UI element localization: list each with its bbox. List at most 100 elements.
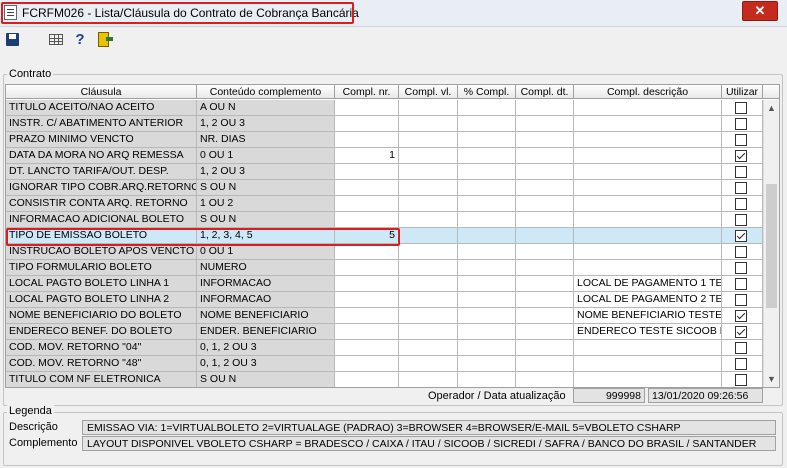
- cell-clausula[interactable]: INFORMACAO ADICIONAL BOLETO: [6, 212, 197, 228]
- cell-descricao[interactable]: [574, 196, 722, 212]
- cell-conteudo[interactable]: S OU N: [197, 372, 335, 387]
- cell-vl[interactable]: [399, 196, 458, 212]
- cell-nr[interactable]: [335, 116, 399, 132]
- cell-dt[interactable]: [516, 116, 574, 132]
- cell-descricao[interactable]: [574, 164, 722, 180]
- cell-nr[interactable]: [335, 324, 399, 340]
- utilizar-checkbox[interactable]: [735, 182, 747, 194]
- cell-clausula[interactable]: IGNORAR TIPO COBR.ARQ.RETORNO: [6, 180, 197, 196]
- cell-dt[interactable]: [516, 308, 574, 324]
- cell-clausula[interactable]: NOME BENEFICIARIO DO BOLETO: [6, 308, 197, 324]
- cell-pct[interactable]: [458, 308, 516, 324]
- utilizar-checkbox[interactable]: [735, 150, 747, 162]
- table-row[interactable]: COD. MOV. RETORNO "48" 0, 1, 2 OU 3: [6, 356, 763, 372]
- cell-pct[interactable]: [458, 228, 516, 244]
- utilizar-checkbox[interactable]: [735, 374, 747, 386]
- cell-conteudo[interactable]: 1, 2 OU 3: [197, 116, 335, 132]
- col-utilizar[interactable]: Utilizar: [722, 85, 763, 99]
- cell-nr[interactable]: [335, 372, 399, 387]
- table-row[interactable]: TITULO ACEITO/NAO ACEITO A OU N: [6, 100, 763, 116]
- utilizar-checkbox[interactable]: [735, 102, 747, 114]
- cell-descricao[interactable]: ENDERECO TESTE SICOOB PA: [574, 324, 722, 340]
- grid-icon[interactable]: [48, 31, 66, 49]
- cell-conteudo[interactable]: ENDER. BENEFICIARIO: [197, 324, 335, 340]
- cell-conteudo[interactable]: 0, 1, 2 OU 3: [197, 356, 335, 372]
- cell-conteudo[interactable]: 0 OU 1: [197, 244, 335, 260]
- table-row[interactable]: INSTR. C/ ABATIMENTO ANTERIOR 1, 2 OU 3: [6, 116, 763, 132]
- cell-descricao[interactable]: [574, 116, 722, 132]
- cell-vl[interactable]: [399, 116, 458, 132]
- cell-pct[interactable]: [458, 324, 516, 340]
- cell-conteudo[interactable]: 0, 1, 2 OU 3: [197, 340, 335, 356]
- table-row[interactable]: LOCAL PAGTO BOLETO LINHA 1 INFORMACAO LOCA…: [6, 276, 763, 292]
- cell-pct[interactable]: [458, 356, 516, 372]
- table-row[interactable]: DT. LANCTO TARIFA/OUT. DESP. 1, 2 OU 3: [6, 164, 763, 180]
- utilizar-checkbox[interactable]: [735, 262, 747, 274]
- cell-descricao[interactable]: NOME BENEFICIARIO TESTE S: [574, 308, 722, 324]
- cell-pct[interactable]: [458, 212, 516, 228]
- cell-pct[interactable]: [458, 100, 516, 116]
- cell-vl[interactable]: [399, 100, 458, 116]
- cell-dt[interactable]: [516, 228, 574, 244]
- cell-nr[interactable]: [335, 340, 399, 356]
- col-compl-nr[interactable]: Compl. nr.: [335, 85, 399, 99]
- table-row[interactable]: IGNORAR TIPO COBR.ARQ.RETORNO S OU N: [6, 180, 763, 196]
- cell-vl[interactable]: [399, 164, 458, 180]
- cell-pct[interactable]: [458, 292, 516, 308]
- cell-clausula[interactable]: LOCAL PAGTO BOLETO LINHA 1: [6, 276, 197, 292]
- cell-conteudo[interactable]: NR. DIAS: [197, 132, 335, 148]
- cell-nr[interactable]: [335, 100, 399, 116]
- cell-nr[interactable]: [335, 260, 399, 276]
- cell-vl[interactable]: [399, 148, 458, 164]
- table-row[interactable]: LOCAL PAGTO BOLETO LINHA 2 INFORMACAO LOCA…: [6, 292, 763, 308]
- cell-pct[interactable]: [458, 260, 516, 276]
- utilizar-checkbox[interactable]: [735, 342, 747, 354]
- cell-pct[interactable]: [458, 196, 516, 212]
- cell-clausula[interactable]: COD. MOV. RETORNO "04": [6, 340, 197, 356]
- cell-vl[interactable]: [399, 260, 458, 276]
- cell-dt[interactable]: [516, 292, 574, 308]
- help-icon[interactable]: ?: [71, 31, 89, 49]
- cell-pct[interactable]: [458, 164, 516, 180]
- cell-dt[interactable]: [516, 324, 574, 340]
- cell-descricao[interactable]: [574, 372, 722, 387]
- cell-vl[interactable]: [399, 276, 458, 292]
- table-row[interactable]: NOME BENEFICIARIO DO BOLETO NOME BENEFICI…: [6, 308, 763, 324]
- utilizar-checkbox[interactable]: [735, 326, 747, 338]
- cell-nr[interactable]: [335, 308, 399, 324]
- utilizar-checkbox[interactable]: [735, 246, 747, 258]
- cell-nr[interactable]: [335, 276, 399, 292]
- cell-clausula[interactable]: TITULO COM NF ELETRONICA: [6, 372, 197, 387]
- cell-dt[interactable]: [516, 180, 574, 196]
- cell-descricao[interactable]: [574, 148, 722, 164]
- cell-descricao[interactable]: [574, 180, 722, 196]
- cell-conteudo[interactable]: 1, 2 OU 3: [197, 164, 335, 180]
- cell-conteudo[interactable]: INFORMACAO: [197, 292, 335, 308]
- table-row[interactable]: INSTRUCAO BOLETO APOS VENCTO 0 OU 1: [6, 244, 763, 260]
- scroll-thumb[interactable]: [766, 184, 777, 308]
- table-row[interactable]: INFORMACAO ADICIONAL BOLETO S OU N: [6, 212, 763, 228]
- utilizar-checkbox[interactable]: [735, 198, 747, 210]
- col-conteudo[interactable]: Conteúdo complemento: [197, 85, 335, 99]
- cell-dt[interactable]: [516, 356, 574, 372]
- table-row[interactable]: CONSISTIR CONTA ARQ. RETORNO 1 OU 2: [6, 196, 763, 212]
- cell-descricao[interactable]: [574, 212, 722, 228]
- table-row[interactable]: TIPO FORMULARIO BOLETO NUMERO: [6, 260, 763, 276]
- cell-clausula[interactable]: DT. LANCTO TARIFA/OUT. DESP.: [6, 164, 197, 180]
- cell-nr[interactable]: [335, 292, 399, 308]
- table-row[interactable]: PRAZO MINIMO VENCTO NR. DIAS: [6, 132, 763, 148]
- cell-descricao[interactable]: [574, 244, 722, 260]
- cell-descricao[interactable]: LOCAL DE PAGAMENTO 2 TE: [574, 292, 722, 308]
- cell-nr[interactable]: [335, 164, 399, 180]
- cell-vl[interactable]: [399, 356, 458, 372]
- cell-nr[interactable]: [335, 132, 399, 148]
- close-button[interactable]: ✕: [742, 1, 778, 21]
- utilizar-checkbox[interactable]: [735, 134, 747, 146]
- cell-clausula[interactable]: DATA DA MORA NO ARQ REMESSA: [6, 148, 197, 164]
- cell-clausula[interactable]: CONSISTIR CONTA ARQ. RETORNO: [6, 196, 197, 212]
- cell-pct[interactable]: [458, 244, 516, 260]
- cell-clausula[interactable]: INSTR. C/ ABATIMENTO ANTERIOR: [6, 116, 197, 132]
- cell-clausula[interactable]: TITULO ACEITO/NAO ACEITO: [6, 100, 197, 116]
- cell-nr[interactable]: [335, 196, 399, 212]
- utilizar-checkbox[interactable]: [735, 118, 747, 130]
